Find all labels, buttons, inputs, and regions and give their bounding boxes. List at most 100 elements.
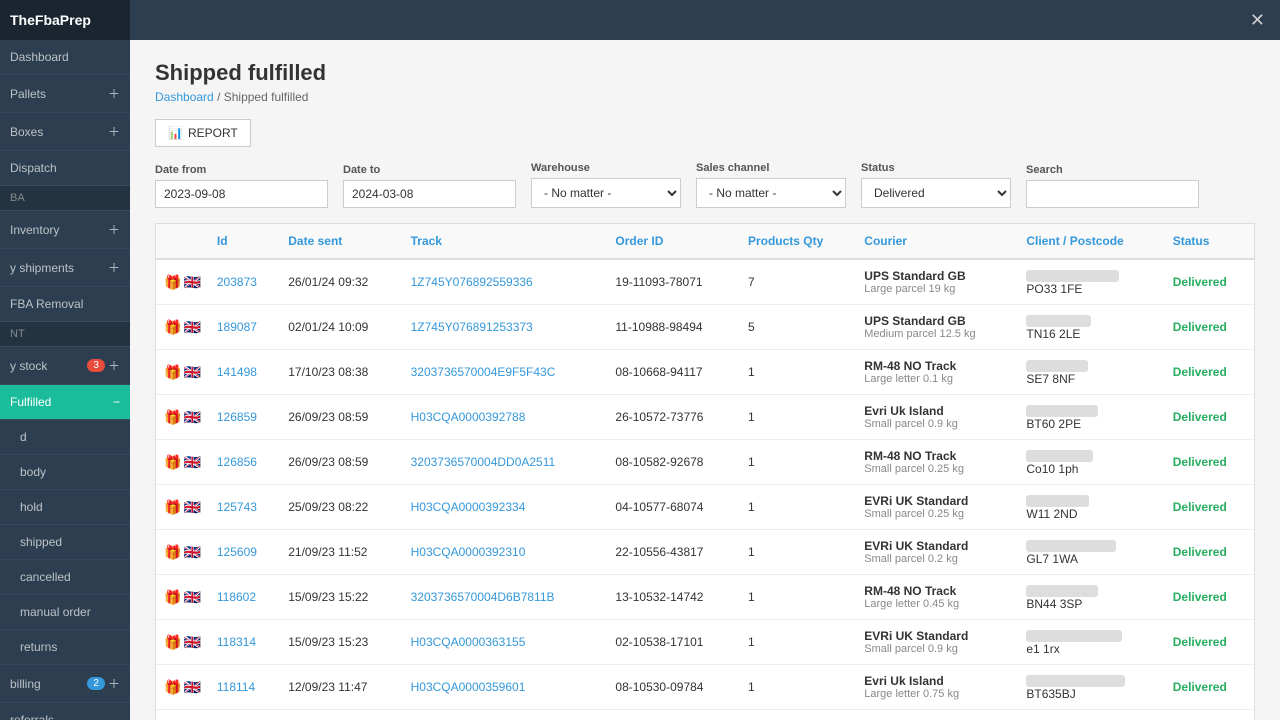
row-track[interactable]: H03CQA0000359601	[403, 665, 608, 710]
sidebar-item-label: Dashboard	[10, 50, 69, 64]
sidebar-item-cancelled[interactable]: cancelled	[0, 560, 130, 595]
col-header-products-qty[interactable]: Products Qty	[740, 224, 856, 259]
report-button[interactable]: 📊 REPORT	[155, 119, 251, 147]
breadcrumb-home[interactable]: Dashboard	[155, 90, 214, 104]
col-header-track[interactable]: Track	[403, 224, 608, 259]
row-qty: 1	[740, 350, 856, 395]
sidebar-item-label: cancelled	[20, 570, 71, 584]
row-track[interactable]: H03CQA0000392310	[403, 530, 608, 575]
sidebar-item-shipments[interactable]: y shipments ＋	[0, 249, 130, 287]
sidebar-item-dispatch[interactable]: Dispatch	[0, 151, 130, 186]
row-id[interactable]: 126856	[209, 440, 280, 485]
sales-channel-select[interactable]: - No matter -	[696, 178, 846, 208]
sidebar-item-manual-order[interactable]: manual order	[0, 595, 130, 630]
row-track[interactable]: 1Z745Y076891253373	[403, 305, 608, 350]
sidebar-item-billing[interactable]: billing 2 ＋	[0, 665, 130, 703]
row-track[interactable]: 3203736570004DD0A2511	[403, 440, 608, 485]
sidebar-item-shipped[interactable]: shipped	[0, 525, 130, 560]
row-track[interactable]: H03CQA0000359891	[403, 710, 608, 720]
row-track[interactable]: 3203736570004E9F5F43C	[403, 350, 608, 395]
id-link[interactable]: 118602	[217, 590, 256, 604]
sidebar-item-ny-stock[interactable]: y stock 3 ＋	[0, 347, 130, 385]
courier-size: Large letter 0.1 kg	[864, 373, 1010, 385]
row-status: Delivered	[1165, 665, 1254, 710]
gift-icon: 🎁	[164, 589, 181, 606]
status-label: Status	[861, 162, 1011, 174]
status-badge: Delivered	[1173, 680, 1227, 694]
row-id[interactable]: 141498	[209, 350, 280, 395]
col-header-status[interactable]: Status	[1165, 224, 1254, 259]
courier-name: RM-48 NO Track	[864, 449, 1010, 463]
sidebar-item-inventory[interactable]: Inventory ＋	[0, 211, 130, 249]
id-link[interactable]: 189087	[217, 320, 257, 334]
track-link[interactable]: H03CQA0000359601	[411, 680, 526, 694]
track-link[interactable]: 3203736570004E9F5F43C	[411, 365, 556, 379]
main-content: ✕ Shipped fulfilled Dashboard / Shipped …	[130, 0, 1280, 720]
row-track[interactable]: H03CQA0000392334	[403, 485, 608, 530]
row-id[interactable]: 118314	[209, 620, 280, 665]
id-link[interactable]: 118114	[217, 680, 255, 694]
flag-icon: 🇬🇧	[183, 589, 200, 606]
id-link[interactable]: 203873	[217, 275, 257, 289]
search-input[interactable]	[1026, 180, 1199, 208]
row-id[interactable]: 125743	[209, 485, 280, 530]
track-link[interactable]: 1Z745Y076891253373	[411, 320, 533, 334]
id-link[interactable]: 118314	[217, 635, 256, 649]
track-link[interactable]: 1Z745Y076892559336	[411, 275, 533, 289]
date-from-input[interactable]	[155, 180, 328, 208]
track-link[interactable]: H03CQA0000363155	[411, 635, 526, 649]
row-status: Delivered	[1165, 259, 1254, 305]
row-id[interactable]: 126859	[209, 395, 280, 440]
id-link[interactable]: 126859	[217, 410, 257, 424]
col-header-order-id[interactable]: Order ID	[607, 224, 740, 259]
col-header-date-sent[interactable]: Date sent	[280, 224, 402, 259]
row-track[interactable]: 1Z745Y076892559336	[403, 259, 608, 305]
row-client-postcode: GL7 1WA	[1018, 530, 1164, 575]
date-to-input[interactable]	[343, 180, 516, 208]
track-link[interactable]: H03CQA0000392310	[411, 545, 526, 559]
sidebar-item-fulfilled[interactable]: Fulfilled −	[0, 385, 130, 420]
sidebar-item-body[interactable]: body	[0, 455, 130, 490]
status-select[interactable]: Delivered	[861, 178, 1011, 208]
track-link[interactable]: 3203736570004DD0A2511	[411, 455, 556, 469]
sidebar-item-referrals[interactable]: referrals	[0, 703, 130, 720]
client-name-blurred	[1026, 675, 1125, 687]
close-icon[interactable]: ✕	[1250, 10, 1265, 31]
row-id[interactable]: 118108	[209, 710, 280, 720]
warehouse-select[interactable]: - No matter -	[531, 178, 681, 208]
row-order-id: 26-10572-73776	[607, 395, 740, 440]
row-id[interactable]: 189087	[209, 305, 280, 350]
sidebar-item-d[interactable]: d	[0, 420, 130, 455]
row-track[interactable]: H03CQA0000363155	[403, 620, 608, 665]
col-header-id[interactable]: Id	[209, 224, 280, 259]
id-link[interactable]: 125609	[217, 545, 257, 559]
id-link[interactable]: 141498	[217, 365, 257, 379]
courier-name: EVRi UK Standard	[864, 539, 1010, 553]
row-qty: 1	[740, 440, 856, 485]
col-header-client-postcode[interactable]: Client / Postcode	[1018, 224, 1164, 259]
sidebar-item-hold[interactable]: hold	[0, 490, 130, 525]
track-link[interactable]: H03CQA0000392334	[411, 500, 526, 514]
table-row: 🎁🇬🇧12685626/09/23 08:593203736570004DD0A…	[156, 440, 1254, 485]
row-client-postcode: BT635BJ	[1018, 665, 1164, 710]
row-id[interactable]: 118602	[209, 575, 280, 620]
id-link[interactable]: 126856	[217, 455, 257, 469]
row-id[interactable]: 125609	[209, 530, 280, 575]
postcode: e1 1rx	[1026, 642, 1156, 656]
track-link[interactable]: 3203736570004D6B7811B	[411, 590, 555, 604]
row-id[interactable]: 118114	[209, 665, 280, 710]
row-qty: 5	[740, 305, 856, 350]
sidebar-item-returns[interactable]: returns	[0, 630, 130, 665]
sidebar-item-fba-removal[interactable]: FBA Removal	[0, 287, 130, 322]
filter-sales-channel: Sales channel - No matter -	[696, 162, 846, 208]
id-link[interactable]: 125743	[217, 500, 257, 514]
row-track[interactable]: H03CQA0000392788	[403, 395, 608, 440]
row-track[interactable]: 3203736570004D6B7811B	[403, 575, 608, 620]
courier-name: Evri Uk Island	[864, 404, 1010, 418]
row-id[interactable]: 203873	[209, 259, 280, 305]
sidebar-item-dashboard[interactable]: Dashboard	[0, 40, 130, 75]
sidebar-item-boxes[interactable]: Boxes ＋	[0, 113, 130, 151]
track-link[interactable]: H03CQA0000392788	[411, 410, 526, 424]
col-header-courier[interactable]: Courier	[856, 224, 1018, 259]
sidebar-item-pallets[interactable]: Pallets ＋	[0, 75, 130, 113]
